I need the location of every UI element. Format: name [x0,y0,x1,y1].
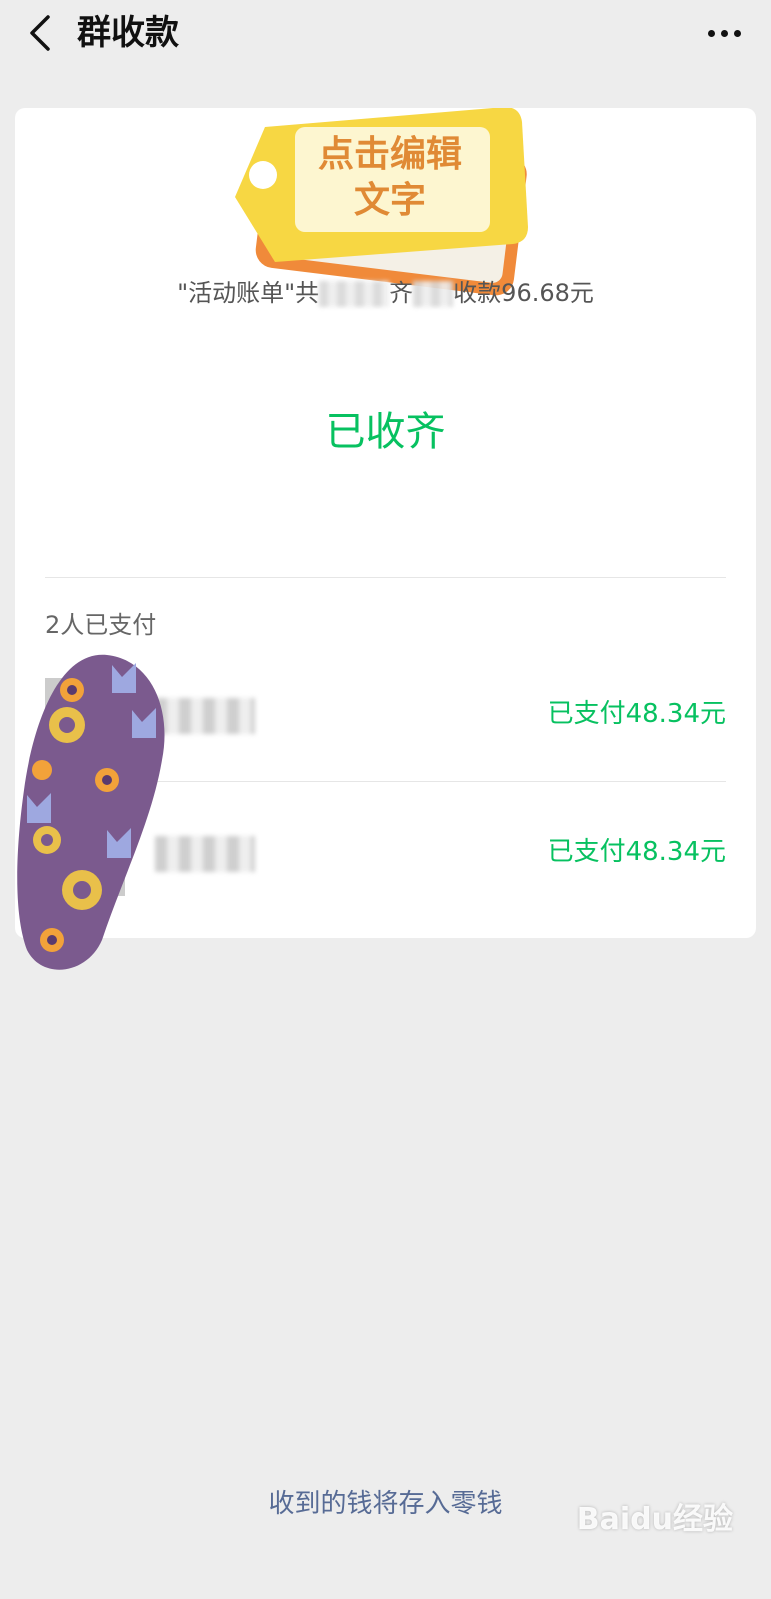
baidu-watermark: Baidu经验 [576,1502,733,1537]
bill-summary: "活动账单"共齐收款96.68元 [177,279,594,307]
tag-label: 点击编辑 文字 [317,134,462,221]
top-bar: 群收款 [0,0,771,66]
back-button[interactable] [22,12,58,54]
collection-status: 已收齐 [325,409,446,455]
page-title: 群收款 [77,13,179,53]
payment-amount: 已支付48.34元 [547,837,726,867]
divider [45,577,726,578]
decorative-sticker [17,654,165,970]
more-options-button[interactable] [699,18,749,48]
ellipsis-icon [707,29,715,37]
paid-count-label: 2人已支付 [45,611,157,639]
payment-amount: 已支付48.34元 [547,699,726,729]
redacted-text [319,281,390,307]
chevron-left-icon [30,15,50,51]
redacted-text [413,281,454,307]
